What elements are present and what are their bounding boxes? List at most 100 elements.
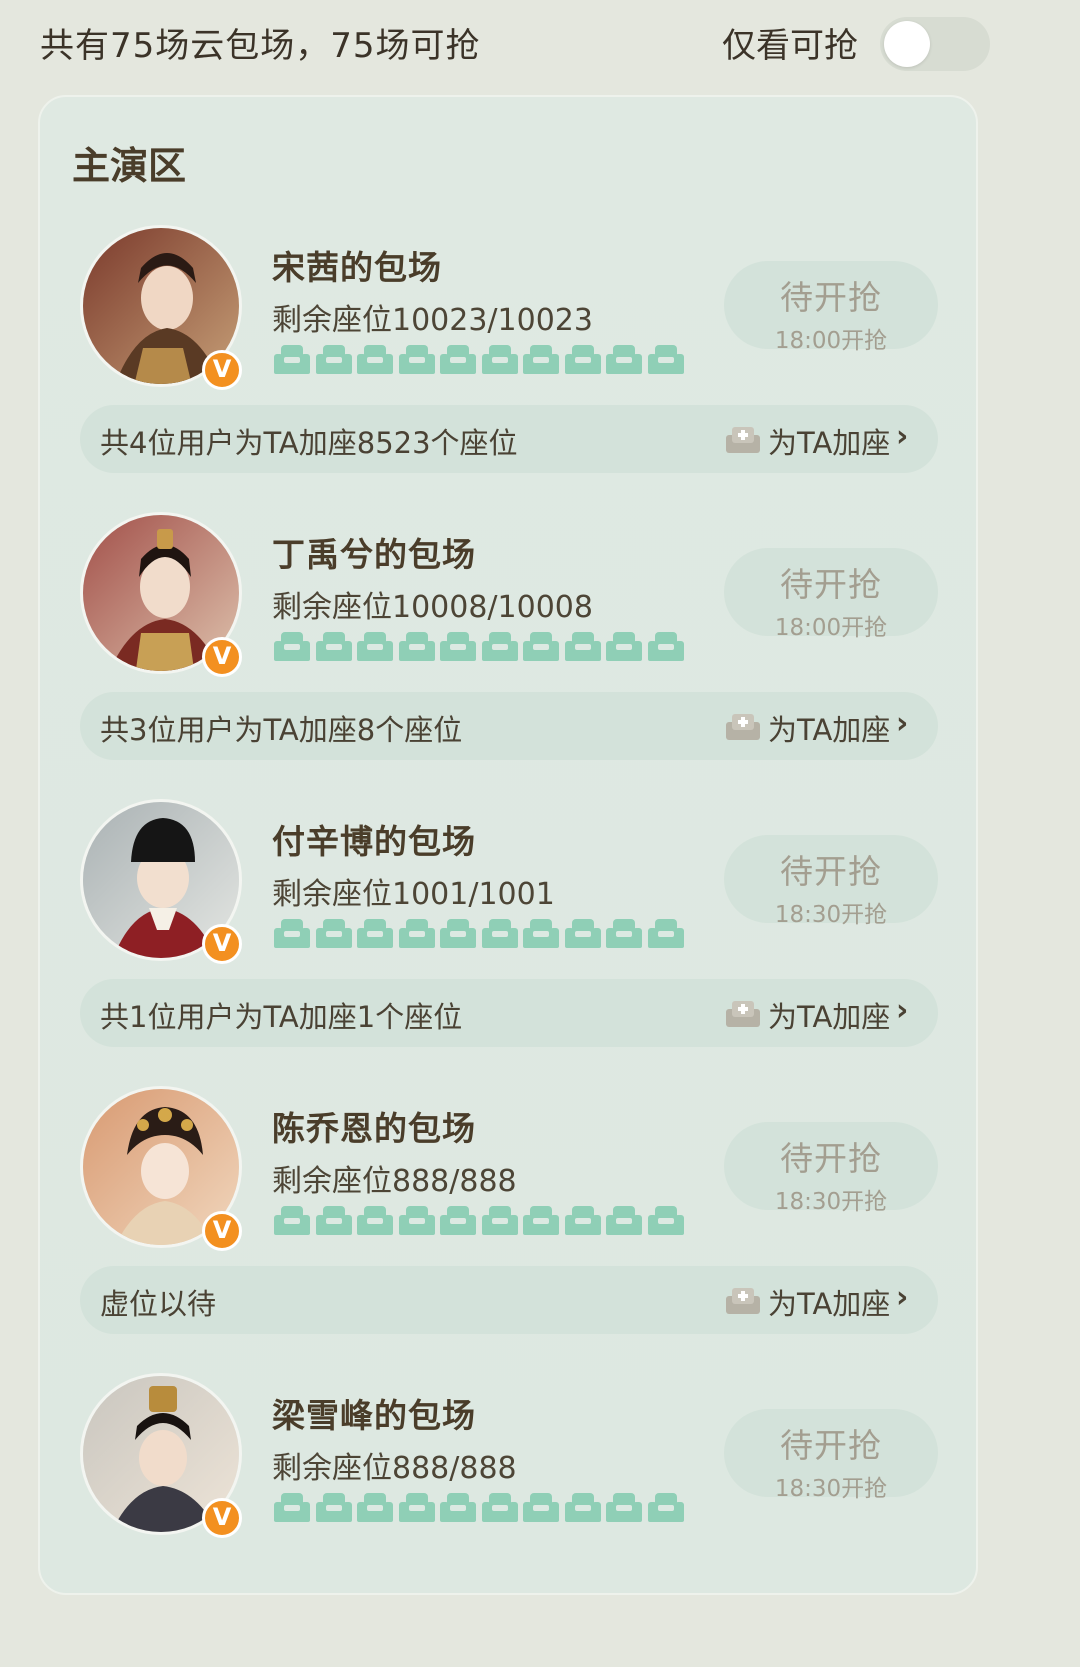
showing-title: 丁禹兮的包场 — [272, 535, 476, 574]
add-seat-label: 为TA加座 — [768, 713, 891, 747]
grab-time: 18:00开抢 — [774, 328, 888, 354]
chevron-right-icon: › — [896, 706, 909, 741]
top-bar: 共有75场云包场，75场可抢 仅看可抢 — [0, 0, 1016, 88]
verified-v-icon: V — [202, 1211, 242, 1251]
seat-icon — [647, 1491, 684, 1523]
section-title: 主演区 — [72, 144, 187, 188]
grab-status: 待开抢 — [780, 278, 882, 317]
grab-button[interactable]: 待开抢 18:30开抢 — [724, 835, 938, 928]
showing-entry: V 宋茜的包场 剩余座位10023/10023 待开抢 18:00开抢 共4位用… — [40, 225, 980, 512]
remaining-seats: 剩余座位888/888 — [272, 1451, 517, 1486]
seat-icon — [315, 1491, 352, 1523]
showing-title: 付辛博的包场 — [272, 822, 476, 861]
chevron-right-icon: › — [896, 993, 909, 1028]
filter-label: 仅看可抢 — [722, 26, 858, 66]
seat-icon — [481, 917, 518, 949]
grab-status: 待开抢 — [780, 1139, 882, 1178]
grab-button[interactable]: 待开抢 18:30开抢 — [724, 1122, 938, 1215]
seat-icon — [440, 343, 476, 375]
seat-icon — [606, 1491, 642, 1523]
chevron-right-icon: › — [896, 1280, 909, 1315]
seat-icon — [606, 343, 642, 375]
seat-icon — [647, 1204, 684, 1236]
verified-v-icon: V — [202, 924, 242, 964]
seat-icon — [523, 343, 559, 375]
grab-time: 18:00开抢 — [774, 615, 888, 641]
seat-icon — [315, 343, 352, 375]
seat-icon — [398, 1491, 435, 1523]
seat-icon — [606, 1204, 642, 1236]
seat-icon — [564, 1491, 601, 1523]
seat-icon — [398, 1204, 435, 1236]
seat-icon — [564, 343, 601, 375]
seat-icon — [647, 917, 684, 949]
seat-icon — [357, 1204, 393, 1236]
add-seat-icon — [726, 1288, 760, 1314]
seat-icon — [398, 343, 435, 375]
showing-entry: V 梁雪峰的包场 剩余座位888/888 待开抢 18:30开抢 — [40, 1373, 980, 1660]
showing-entry: V 陈乔恩的包场 剩余座位888/888 待开抢 18:30开抢 虚位以待 为T… — [40, 1086, 980, 1373]
main-panel: 主演区 V 宋茜的包场 剩余座位10023/10023 待开抢 18:00开抢 … — [38, 95, 978, 1595]
summary-text: 共有75场云包场，75场可抢 — [40, 26, 481, 66]
remaining-seats: 剩余座位888/888 — [272, 1164, 517, 1199]
add-seat-label: 为TA加座 — [768, 1000, 891, 1034]
seat-icon — [357, 917, 393, 949]
seat-icons-row — [274, 1491, 694, 1525]
seat-icon — [481, 343, 518, 375]
seat-icon — [440, 630, 476, 662]
showing-title: 宋茜的包场 — [272, 248, 442, 287]
seat-icon — [440, 1204, 476, 1236]
seat-icon — [274, 1491, 310, 1523]
seat-icon — [523, 917, 559, 949]
grab-time: 18:30开抢 — [774, 1189, 888, 1215]
grab-button[interactable]: 待开抢 18:00开抢 — [724, 261, 938, 354]
available-only-toggle[interactable] — [880, 17, 990, 71]
showing-title: 陈乔恩的包场 — [272, 1109, 476, 1148]
seat-icon — [398, 917, 435, 949]
seat-icon — [523, 1204, 559, 1236]
seat-icons-row — [274, 343, 694, 377]
add-seat-bar[interactable]: 虚位以待 为TA加座 › — [80, 1266, 938, 1334]
showing-entry: V 付辛博的包场 剩余座位1001/1001 待开抢 18:30开抢 共1位用户… — [40, 799, 980, 1086]
grab-button[interactable]: 待开抢 18:30开抢 — [724, 1409, 938, 1502]
add-seat-icon — [726, 427, 760, 453]
add-seat-icon — [726, 1001, 760, 1027]
grab-time: 18:30开抢 — [774, 1476, 888, 1502]
support-note: 共4位用户为TA加座8523个座位 — [100, 426, 518, 460]
seat-icon — [357, 343, 393, 375]
seat-icons-row — [274, 630, 694, 664]
remaining-seats: 剩余座位10008/10008 — [272, 590, 593, 625]
seat-icon — [564, 630, 601, 662]
toggle-knob — [884, 21, 930, 67]
remaining-seats: 剩余座位10023/10023 — [272, 303, 593, 338]
seat-icon — [274, 917, 310, 949]
seat-icon — [523, 1491, 559, 1523]
verified-v-icon: V — [202, 350, 242, 390]
add-seat-bar[interactable]: 共1位用户为TA加座1个座位 为TA加座 › — [80, 979, 938, 1047]
seat-icon — [315, 1204, 352, 1236]
chevron-right-icon: › — [896, 419, 909, 454]
add-seat-bar[interactable]: 共3位用户为TA加座8个座位 为TA加座 › — [80, 692, 938, 760]
seat-icon — [398, 630, 435, 662]
grab-status: 待开抢 — [780, 565, 882, 604]
seat-icon — [564, 917, 601, 949]
seat-icons-row — [274, 1204, 694, 1238]
remaining-seats: 剩余座位1001/1001 — [272, 877, 555, 912]
seat-icon — [357, 630, 393, 662]
seat-icon — [357, 1491, 393, 1523]
seat-icon — [523, 630, 559, 662]
support-note: 共1位用户为TA加座1个座位 — [100, 1000, 463, 1034]
seat-icon — [647, 343, 684, 375]
support-note: 共3位用户为TA加座8个座位 — [100, 713, 463, 747]
grab-button[interactable]: 待开抢 18:00开抢 — [724, 548, 938, 641]
seat-icon — [274, 1204, 310, 1236]
add-seat-bar[interactable]: 共4位用户为TA加座8523个座位 为TA加座 › — [80, 405, 938, 473]
add-seat-label: 为TA加座 — [768, 1287, 891, 1321]
seat-icon — [440, 1491, 476, 1523]
add-seat-icon — [726, 714, 760, 740]
seat-icon — [481, 1491, 518, 1523]
verified-v-icon: V — [202, 637, 242, 677]
showing-title: 梁雪峰的包场 — [272, 1396, 476, 1435]
verified-v-icon: V — [202, 1498, 242, 1538]
seat-icon — [315, 917, 352, 949]
